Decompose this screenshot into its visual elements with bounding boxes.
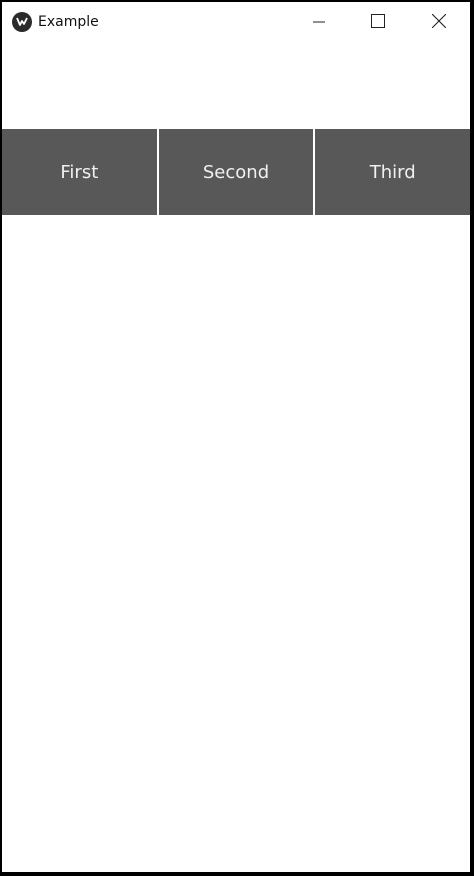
app-content: First Second Third: [2, 42, 470, 872]
third-button[interactable]: Third: [315, 129, 470, 215]
first-button[interactable]: First: [2, 129, 157, 215]
title-bar[interactable]: Example: [2, 2, 470, 42]
kivy-logo-icon: [12, 12, 32, 32]
maximize-button[interactable]: [349, 2, 407, 42]
window-title: Example: [38, 14, 99, 30]
minimize-icon: [313, 13, 325, 32]
second-button[interactable]: Second: [158, 129, 314, 215]
close-button[interactable]: [410, 2, 468, 42]
app-window: Example First Second Third: [2, 2, 470, 872]
maximize-icon: [371, 13, 385, 32]
button-row: First Second Third: [2, 129, 470, 215]
minimize-button[interactable]: [290, 2, 348, 42]
close-icon: [431, 13, 447, 32]
